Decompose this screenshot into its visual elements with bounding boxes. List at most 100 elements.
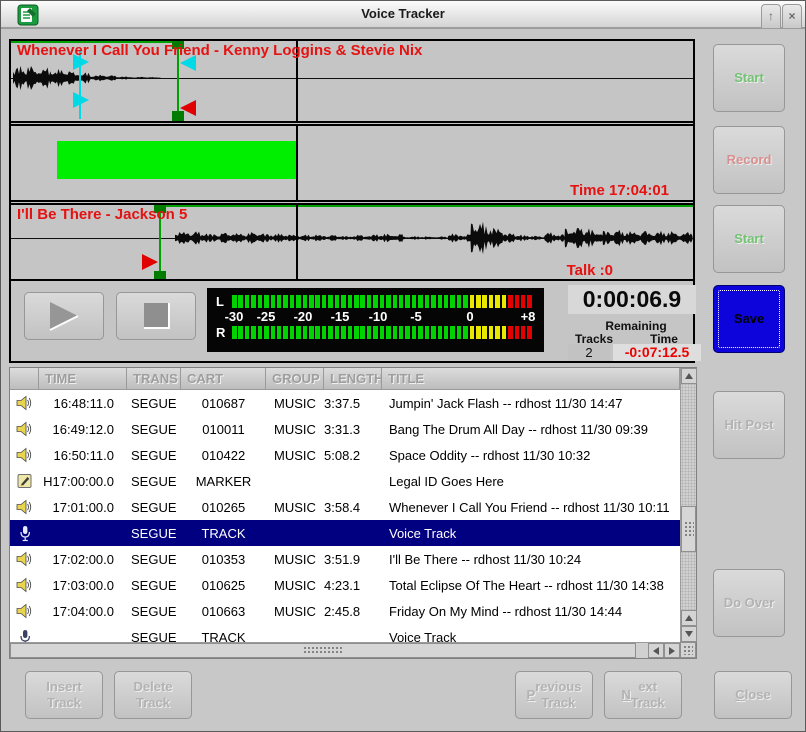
- log-cell-group: MUSIC: [266, 396, 324, 411]
- fade-marker-handle-bottom[interactable]: [73, 92, 89, 108]
- start-button-middle[interactable]: Start: [713, 205, 785, 273]
- previous-track-button[interactable]: PreviousTrack: [515, 671, 593, 719]
- vu-segment: [360, 326, 365, 339]
- hit-post-button[interactable]: Hit Post: [713, 391, 785, 459]
- vu-segment: [405, 295, 410, 308]
- vu-right-label: R: [216, 325, 232, 340]
- log-row[interactable]: SEGUETRACKVoice Track: [10, 624, 680, 642]
- vu-segment: [489, 326, 494, 339]
- log-cell-cart: 010422: [181, 448, 266, 463]
- speaker-icon: [10, 395, 39, 411]
- log-row[interactable]: 16:50:11.0SEGUE010422MUSIC5:08.2Space Od…: [10, 442, 680, 468]
- save-button[interactable]: Save: [713, 285, 785, 353]
- log-cell-trans: SEGUE: [127, 526, 181, 541]
- log-cell-trans: SEGUE: [127, 604, 181, 619]
- scroll-up-button[interactable]: [681, 368, 697, 384]
- log-row[interactable]: 16:49:12.0SEGUE010011MUSIC3:31.3Bang The…: [10, 416, 680, 442]
- shade-window-button[interactable]: ↑: [761, 4, 781, 28]
- track-3-waveform-area[interactable]: I'll Be There - Jackson 5 Talk :0: [9, 203, 695, 281]
- track-1-waveform-area[interactable]: Whenever I Call You Friend - Kenny Loggi…: [9, 39, 695, 123]
- horizontal-scrollbar-thumb[interactable]: [10, 643, 636, 658]
- vu-segment: [367, 295, 372, 308]
- close-window-button[interactable]: ×: [782, 4, 802, 28]
- vu-segment: [303, 326, 308, 339]
- vu-segment: [341, 295, 346, 308]
- log-row[interactable]: 16:48:11.0SEGUE010687MUSIC3:37.5Jumpin' …: [10, 390, 680, 416]
- log-cell-trans: SEGUE: [127, 630, 181, 643]
- vu-segment: [463, 326, 468, 339]
- vu-segment: [360, 295, 365, 308]
- vu-segment: [258, 326, 263, 339]
- vu-segment: [508, 326, 513, 339]
- do-over-button[interactable]: Do Over: [713, 569, 785, 637]
- log-cell-time: 16:49:12.0: [39, 422, 127, 437]
- marker-icon: [10, 473, 39, 489]
- log-cell-title: Voice Track: [382, 630, 680, 643]
- tracker-panel: Whenever I Call You Friend - Kenny Loggi…: [9, 39, 695, 363]
- title-bar[interactable]: Voice Tracker ↑ ×: [1, 1, 805, 29]
- track-3-title: I'll Be There - Jackson 5: [17, 206, 187, 223]
- log-column-header: [10, 368, 39, 390]
- log-cell-time: 16:50:11.0: [39, 448, 127, 463]
- scroll-left-button[interactable]: [648, 643, 664, 658]
- vu-right-meter: [232, 326, 532, 339]
- log-cell-length: 3:37.5: [324, 396, 382, 411]
- scroll-up-button-2[interactable]: [681, 610, 697, 626]
- log-row[interactable]: 17:01:00.0SEGUE010265MUSIC3:58.4Whenever…: [10, 494, 680, 520]
- log-cell-cart: TRACK: [181, 526, 266, 541]
- next-track-button[interactable]: NextTrack: [604, 671, 682, 719]
- log-column-header: LENGTH: [324, 368, 382, 390]
- close-button[interactable]: Close: [714, 671, 792, 719]
- vu-segment: [502, 295, 507, 308]
- log-cell-title: Space Oddity -- rdhost 11/30 10:32: [382, 448, 680, 463]
- log-cell-trans: SEGUE: [127, 578, 181, 593]
- vu-segment: [328, 326, 333, 339]
- vu-segment: [438, 326, 443, 339]
- vu-segment: [354, 326, 359, 339]
- log-row-selected[interactable]: SEGUETRACKVoice Track: [10, 520, 680, 546]
- vu-left-label: L: [216, 294, 232, 309]
- log-cell-cart: MARKER: [181, 474, 266, 489]
- vu-segment: [322, 326, 327, 339]
- log-row[interactable]: 17:04:00.0SEGUE010663MUSIC2:45.8Friday O…: [10, 598, 680, 624]
- track-1-title: Whenever I Call You Friend - Kenny Loggi…: [17, 42, 422, 59]
- log-row[interactable]: H17:00:00.0SEGUEMARKERLegal ID Goes Here: [10, 468, 680, 494]
- vu-segment: [495, 295, 500, 308]
- start-button-top[interactable]: Start: [713, 44, 785, 112]
- end-marker-handle[interactable]: [180, 100, 196, 116]
- vu-left-meter: [232, 295, 532, 308]
- vu-segment: [303, 295, 308, 308]
- stop-button[interactable]: [116, 292, 196, 340]
- vu-segment: [508, 295, 513, 308]
- scroll-down-button[interactable]: [681, 626, 697, 642]
- record-button[interactable]: Record: [713, 126, 785, 194]
- insert-track-button[interactable]: InsertTrack: [25, 671, 103, 719]
- vu-segment: [245, 295, 250, 308]
- vu-segment: [463, 295, 468, 308]
- vu-segment: [418, 295, 423, 308]
- voice-track-block[interactable]: [57, 141, 296, 179]
- vu-scale: -30-25-20-15-10-50+8: [232, 308, 532, 325]
- horizontal-scrollbar[interactable]: [10, 642, 680, 658]
- track-2-voice-area[interactable]: Time 17:04:01: [9, 124, 695, 202]
- mic-icon: [10, 629, 39, 643]
- time-readout: Time 17:04:01: [570, 182, 669, 199]
- log-row[interactable]: 17:02:00.0SEGUE010353MUSIC3:51.9I'll Be …: [10, 546, 680, 572]
- scroll-right-button[interactable]: [664, 643, 680, 658]
- vu-segment: [386, 295, 391, 308]
- start-marker-handle[interactable]: [142, 254, 158, 270]
- vertical-scrollbar[interactable]: [680, 368, 696, 642]
- segue-marker-handle-bottom[interactable]: [154, 271, 166, 279]
- vu-segment: [232, 295, 237, 308]
- voice-tracker-window: Voice Tracker ↑ × Whenever I Call You Fr…: [0, 0, 806, 732]
- vu-segment: [315, 295, 320, 308]
- vu-segment: [264, 295, 269, 308]
- delete-track-button[interactable]: DeleteTrack: [114, 671, 192, 719]
- vu-segment: [399, 326, 404, 339]
- play-button[interactable]: [24, 292, 104, 340]
- log-row[interactable]: 17:03:00.0SEGUE010625MUSIC4:23.1Total Ec…: [10, 572, 680, 598]
- log-cell-length: 3:51.9: [324, 552, 382, 567]
- vu-segment: [450, 295, 455, 308]
- log-cell-cart: 010353: [181, 552, 266, 567]
- vertical-scrollbar-thumb[interactable]: [681, 506, 696, 552]
